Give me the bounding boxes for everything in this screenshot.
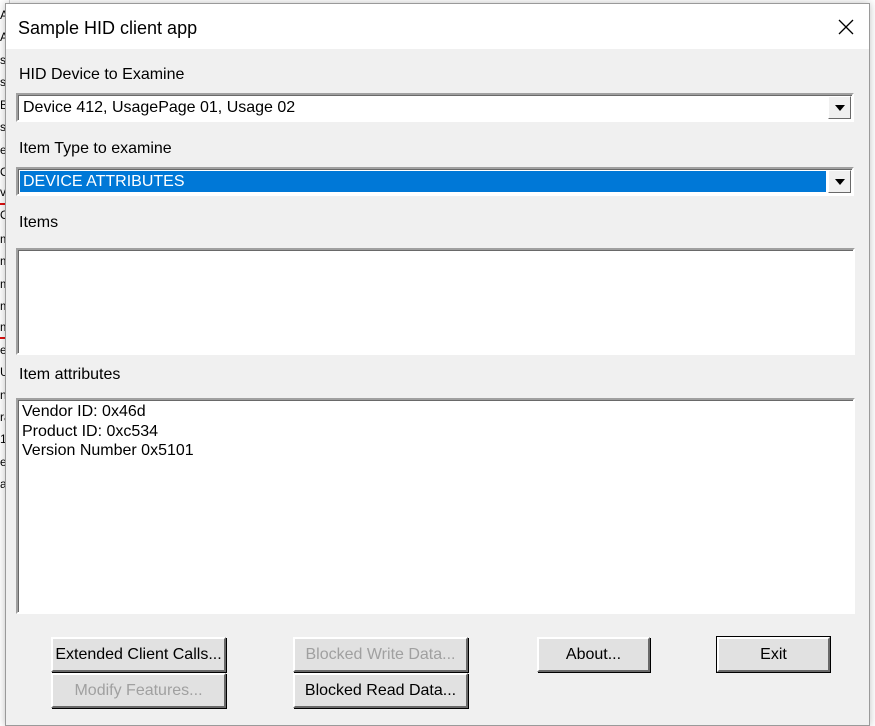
dialog-window: Sample HID client app HID Device to Exam… [5,3,870,726]
items-listbox[interactable] [16,248,855,355]
item-type-label: Item Type to examine [19,140,172,157]
item-type-dropdown[interactable]: DEVICE ATTRIBUTES [16,167,854,196]
attribute-line: Vendor ID: 0x46d [22,403,146,420]
chevron-down-icon [834,178,845,185]
extended-client-calls-button[interactable]: Extended Client Calls... [51,637,226,672]
item-attributes-textbox[interactable]: Vendor ID: 0x46d Product ID: 0xc534 Vers… [16,398,855,614]
blocked-read-data-button[interactable]: Blocked Read Data... [293,673,468,708]
device-dropdown-value: Device 412, UsagePage 01, Usage 02 [23,99,296,116]
device-label: HID Device to Examine [19,66,185,83]
item-attributes-label: Item attributes [19,366,121,383]
window-title: Sample HID client app [18,18,198,38]
device-dropdown[interactable]: Device 412, UsagePage 01, Usage 02 [16,93,854,122]
title-bar[interactable]: Sample HID client app [6,4,869,49]
device-dropdown-button[interactable] [828,96,851,119]
close-button[interactable] [823,4,869,49]
modify-features-button[interactable]: Modify Features... [51,673,226,708]
close-icon [838,19,854,34]
attribute-line: Version Number 0x5101 [22,442,194,459]
blocked-write-data-button[interactable]: Blocked Write Data... [293,637,468,672]
item-type-dropdown-button[interactable] [828,170,851,193]
exit-button[interactable]: Exit [716,636,831,673]
attribute-lines: Vendor ID: 0x46d Product ID: 0xc534 Vers… [18,402,194,461]
item-type-dropdown-value: DEVICE ATTRIBUTES [20,171,826,192]
chevron-down-icon [834,104,845,111]
attribute-line: Product ID: 0xc534 [22,422,159,440]
items-label: Items [19,214,59,231]
about-button[interactable]: About... [537,637,650,672]
